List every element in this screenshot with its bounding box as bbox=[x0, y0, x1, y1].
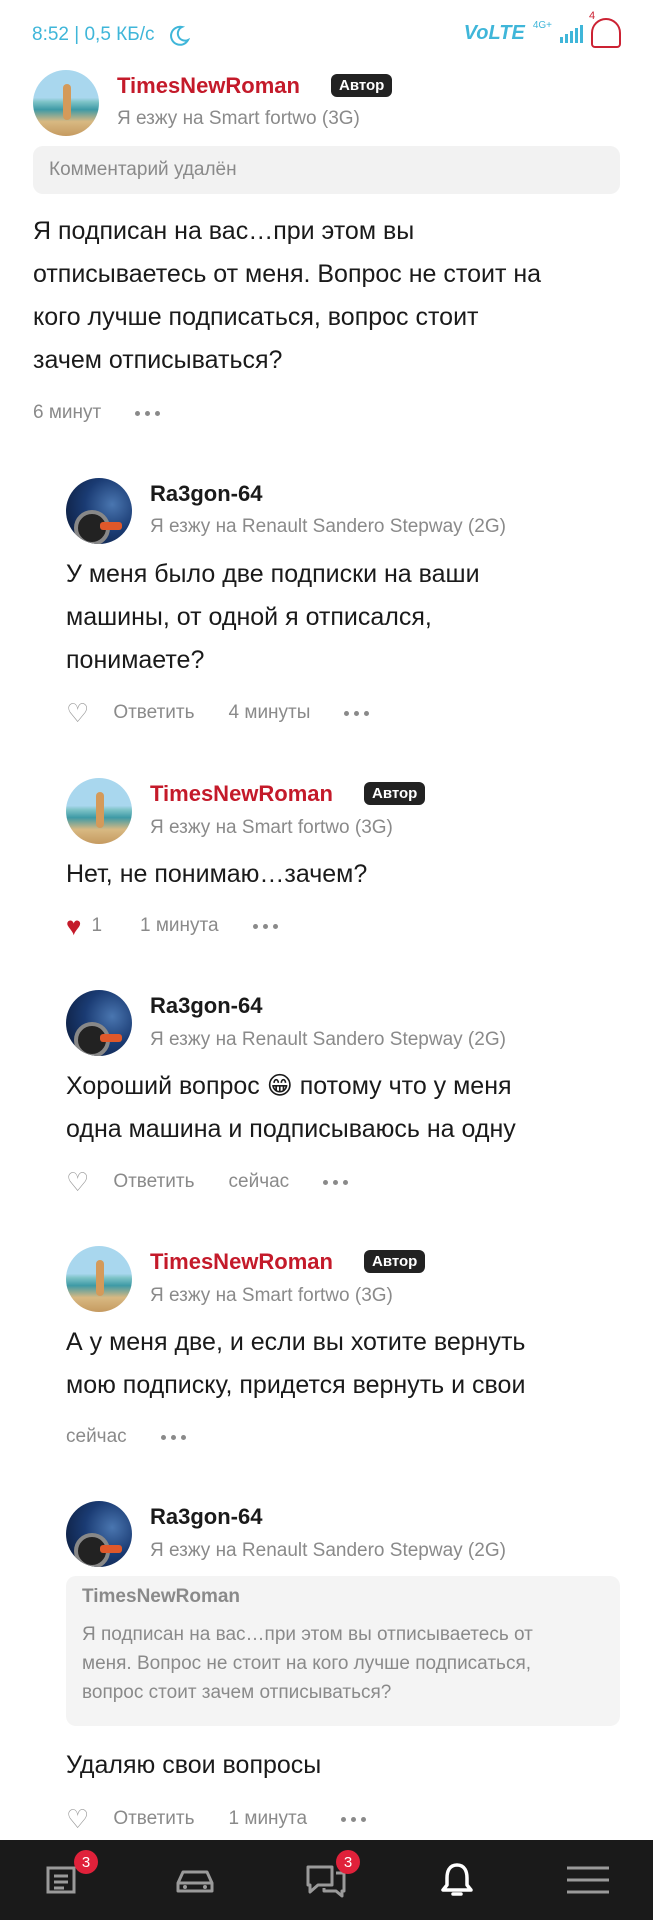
author-name[interactable]: Ra3gon-64 bbox=[150, 481, 262, 507]
status-time-speed: 8:52 | 0,5 КБ/с bbox=[32, 24, 155, 45]
avatar[interactable] bbox=[66, 1501, 132, 1567]
more-options-icon[interactable] bbox=[160, 1434, 186, 1440]
heart-filled-icon[interactable]: ♥ bbox=[66, 913, 81, 939]
nav-feed[interactable]: 3 bbox=[14, 1840, 114, 1920]
nav-messages[interactable]: 3 bbox=[276, 1840, 376, 1920]
author-car[interactable]: Я езжу на Smart fortwo (3G) bbox=[150, 1285, 393, 1307]
author-name[interactable]: TimesNewRoman bbox=[150, 781, 333, 807]
avatar[interactable] bbox=[66, 1246, 132, 1312]
comment-time: 1 минута bbox=[140, 915, 219, 936]
comment-line: Я подписан на вас…при этом вы bbox=[33, 217, 415, 245]
moon-icon bbox=[170, 25, 190, 46]
comment-meta: 6 минут bbox=[33, 402, 161, 424]
menu-icon bbox=[567, 1866, 609, 1894]
comment-line: Нет, не понимаю…зачем? bbox=[66, 860, 368, 888]
avatar[interactable] bbox=[33, 70, 99, 136]
avatar[interactable] bbox=[66, 778, 132, 844]
more-options-icon[interactable] bbox=[252, 923, 278, 929]
comment-line: отписываетесь от меня. Вопрос не стоит н… bbox=[33, 260, 542, 288]
heart-icon[interactable]: ♡ bbox=[66, 1169, 89, 1195]
comment-text: А у меня две, и если вы хотите вернуть м… bbox=[66, 1321, 641, 1407]
author-name[interactable]: TimesNewRoman bbox=[150, 1249, 333, 1275]
quote-text: Я подписан на вас…при этом вы отписывает… bbox=[82, 1620, 604, 1707]
author-badge: Автор bbox=[364, 782, 426, 805]
volte-indicator: VoLTE bbox=[463, 21, 525, 44]
more-options-icon[interactable] bbox=[135, 410, 161, 416]
author-car[interactable]: Я езжу на Smart fortwo (3G) bbox=[150, 817, 393, 839]
author-name[interactable]: Ra3gon-64 bbox=[150, 993, 262, 1019]
comment-meta: ♡ Ответить сейчас bbox=[66, 1169, 349, 1195]
comment-line: У меня было две подписки на ваши bbox=[66, 560, 480, 588]
comment-time: сейчас bbox=[66, 1426, 127, 1447]
signal-icon bbox=[560, 23, 583, 43]
reply-button[interactable]: Ответить bbox=[113, 702, 194, 724]
nav-notifications[interactable] bbox=[407, 1840, 507, 1920]
comment-line: одна машина и подписываюсь на одну bbox=[66, 1115, 516, 1143]
heart-icon[interactable]: ♡ bbox=[66, 1806, 89, 1832]
nav-garage[interactable] bbox=[145, 1840, 245, 1920]
comment-line: машины, от одной я отписался, bbox=[66, 603, 432, 631]
quote-line: меня. Вопрос не стоит на кого лучше подп… bbox=[82, 1653, 532, 1674]
car-icon bbox=[176, 1870, 214, 1893]
author-car[interactable]: Я езжу на Smart fortwo (3G) bbox=[117, 108, 360, 130]
author-badge: Автор bbox=[364, 1250, 426, 1273]
battery-icon: 4 bbox=[589, 10, 621, 48]
comment-line: Хороший вопрос 😁 потому что у меня bbox=[66, 1072, 512, 1100]
messages-badge: 3 bbox=[336, 1850, 360, 1874]
comment-meta: сейчас bbox=[66, 1426, 186, 1448]
feed-badge: 3 bbox=[74, 1850, 98, 1874]
comment-time: сейчас bbox=[228, 1171, 290, 1192]
author-badge: Автор bbox=[331, 74, 393, 97]
like-count: 1 bbox=[91, 915, 103, 936]
bell-icon bbox=[441, 1863, 473, 1896]
comment-line: кого лучше подписаться, вопрос стоит bbox=[33, 303, 479, 331]
quote-author: TimesNewRoman bbox=[82, 1586, 241, 1607]
author-car[interactable]: Я езжу на Renault Sandero Stepway (2G) bbox=[150, 1029, 506, 1051]
comment-text: Я подписан на вас…при этом вы отписывает… bbox=[33, 210, 633, 382]
comment-meta: ♡ Ответить 1 минута bbox=[66, 1806, 367, 1832]
bottom-navigation: 3 3 bbox=[0, 1840, 653, 1920]
quote-line: Я подписан на вас…при этом вы отписывает… bbox=[82, 1624, 533, 1645]
comment-time: 4 минуты bbox=[228, 702, 311, 723]
comment-text: Нет, не понимаю…зачем? bbox=[66, 853, 636, 896]
deleted-comment-note: Комментарий удалён bbox=[33, 146, 620, 194]
comment-time: 1 минута bbox=[228, 1808, 308, 1829]
nav-menu[interactable] bbox=[538, 1840, 638, 1920]
comment-line: мою подписку, придется вернуть и свои bbox=[66, 1371, 526, 1399]
status-bar: 8:52 | 0,5 КБ/с VoLTE 4G+ 4 bbox=[0, 0, 653, 70]
comment-meta: ♥ 1 1 минута bbox=[66, 913, 278, 939]
more-options-icon[interactable] bbox=[323, 1179, 349, 1185]
more-options-icon[interactable] bbox=[341, 1816, 367, 1822]
more-options-icon[interactable] bbox=[344, 710, 370, 716]
comment-meta: ♡ Ответить 4 минуты bbox=[66, 700, 370, 726]
author-car[interactable]: Я езжу на Renault Sandero Stepway (2G) bbox=[150, 1540, 506, 1562]
quote-line: вопрос стоит зачем отписываться? bbox=[82, 1682, 392, 1703]
avatar[interactable] bbox=[66, 478, 132, 544]
comment-line: зачем отписываться? bbox=[33, 346, 283, 374]
comment-line: Удаляю свои вопросы bbox=[66, 1751, 322, 1779]
network-type: 4G+ bbox=[532, 19, 552, 31]
comment-text: Удаляю свои вопросы bbox=[66, 1744, 636, 1787]
comment-text: Хороший вопрос 😁 потому что у меня одна … bbox=[66, 1065, 641, 1151]
author-name[interactable]: Ra3gon-64 bbox=[150, 1504, 262, 1530]
author-name[interactable]: TimesNewRoman bbox=[117, 73, 300, 99]
reply-button[interactable]: Ответить bbox=[113, 1171, 194, 1193]
comment-text: У меня было две подписки на ваши машины,… bbox=[66, 553, 636, 682]
avatar[interactable] bbox=[66, 990, 132, 1056]
comment-line: понимаете? bbox=[66, 646, 205, 674]
author-car[interactable]: Я езжу на Renault Sandero Stepway (2G) bbox=[150, 516, 506, 538]
comment-line: А у меня две, и если вы хотите вернуть bbox=[66, 1328, 526, 1356]
reply-button[interactable]: Ответить bbox=[113, 1808, 194, 1830]
heart-icon[interactable]: ♡ bbox=[66, 700, 89, 726]
quoted-comment[interactable]: TimesNewRoman Я подписан на вас…при этом… bbox=[66, 1576, 620, 1726]
comment-time: 6 минут bbox=[33, 402, 102, 423]
battery-level: 4 bbox=[589, 10, 596, 22]
